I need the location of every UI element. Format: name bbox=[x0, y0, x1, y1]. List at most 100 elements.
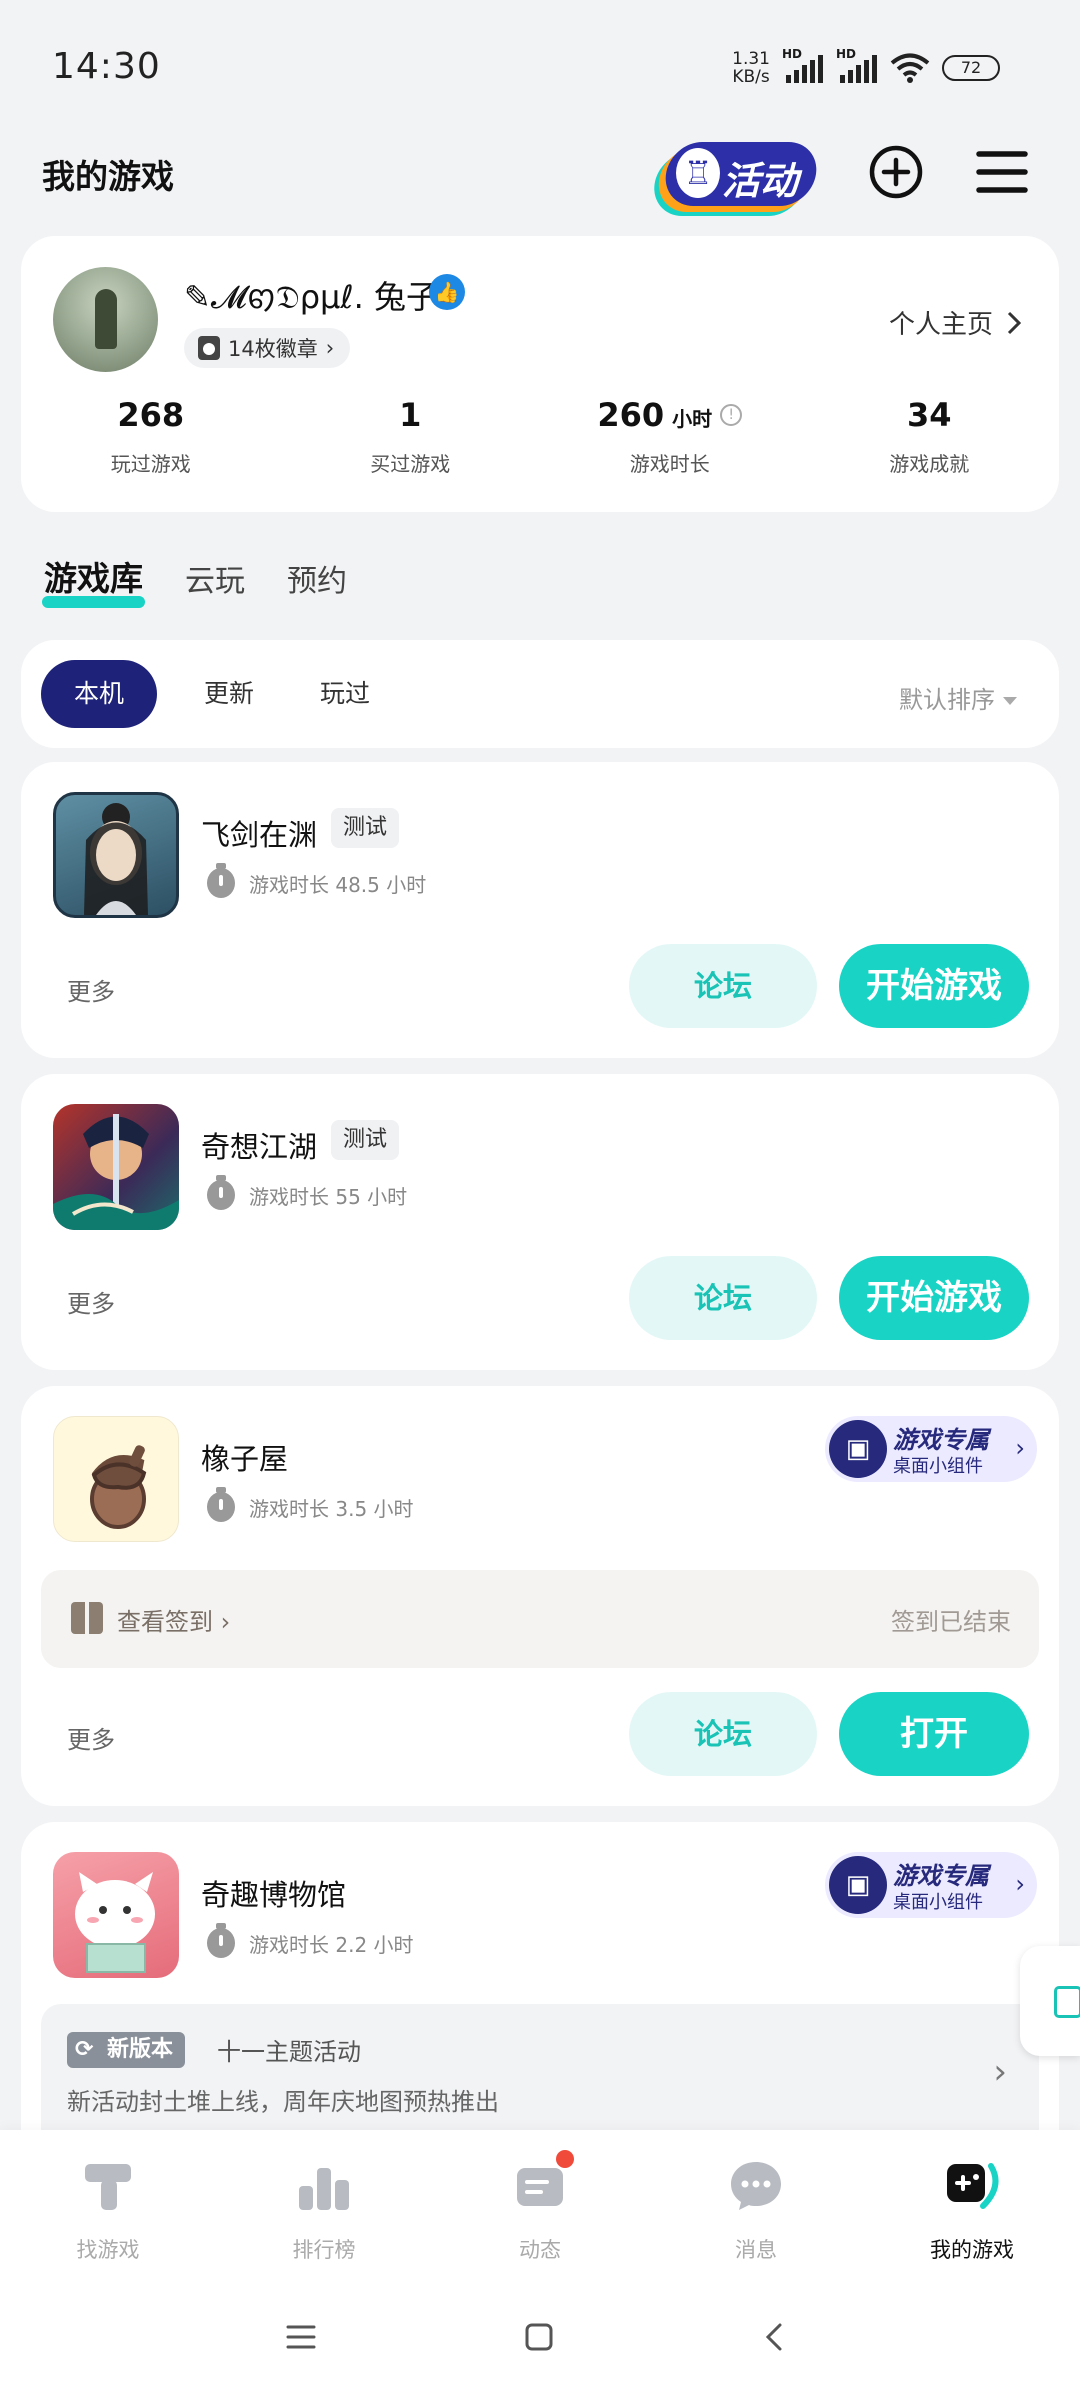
game-name: 奇趣博物馆 bbox=[201, 1878, 347, 1912]
nickname: ✎𝓜ꩅ𝔇ρμℓ. 兔子 bbox=[184, 278, 438, 316]
game-icon[interactable] bbox=[53, 1852, 179, 1978]
nav-feed[interactable]: 动态 bbox=[432, 2130, 648, 2280]
more-button[interactable]: 更多 bbox=[67, 1720, 115, 1755]
forum-button[interactable]: 论坛 bbox=[629, 944, 817, 1028]
more-button[interactable]: 更多 bbox=[67, 972, 115, 1007]
more-button[interactable]: 更多 bbox=[67, 1284, 115, 1319]
open-game-button[interactable]: 打开 bbox=[839, 1692, 1029, 1776]
chat-icon bbox=[731, 2162, 781, 2210]
filter-chip-played[interactable]: 玩过 bbox=[305, 660, 385, 728]
library-tabs: 游戏库 云玩 预约 bbox=[42, 552, 347, 608]
start-game-button[interactable]: 开始游戏 bbox=[839, 944, 1029, 1028]
profile-stats: 268 玩过游戏 1 买过游戏 260 小时 ! 游戏时长 34 游戏成就 bbox=[21, 396, 1059, 477]
game-card[interactable]: 橡子屋 游戏时长 3.5 小时 ▣ 游戏专属 桌面小组件 › 查看签到 › 签到… bbox=[21, 1386, 1059, 1806]
filter-chip-updates[interactable]: 更新 bbox=[189, 660, 269, 728]
game-name: 飞剑在渊 bbox=[201, 818, 318, 852]
signal-icon-2: HD bbox=[836, 47, 878, 83]
nav-my-games[interactable]: 我的游戏 bbox=[864, 2130, 1080, 2280]
avatar[interactable] bbox=[53, 267, 158, 372]
tab-cloud-play[interactable]: 云玩 bbox=[185, 556, 245, 600]
download-float-button[interactable] bbox=[1020, 1946, 1080, 2056]
playtime: 游戏时长 55 小时 bbox=[207, 1175, 407, 1210]
ranking-icon bbox=[299, 2168, 349, 2210]
game-icon[interactable] bbox=[53, 792, 179, 918]
new-version-tag: 新版本 bbox=[67, 2032, 186, 2068]
checkin-bar[interactable]: 查看签到 › 签到已结束 bbox=[41, 1570, 1039, 1668]
playtime: 游戏时长 2.2 小时 bbox=[207, 1923, 414, 1958]
start-game-button[interactable]: 开始游戏 bbox=[839, 1256, 1029, 1340]
nav-messages[interactable]: 消息 bbox=[648, 2130, 864, 2280]
status-time: 14:30 bbox=[52, 46, 161, 87]
medal-icon bbox=[198, 336, 220, 360]
menu-button[interactable] bbox=[972, 142, 1032, 202]
news-description: 新活动封土堆上线，周年庆地图预热推出 bbox=[67, 2088, 499, 2116]
signal-icon: HD bbox=[782, 47, 824, 83]
badges-pill[interactable]: 14枚徽章 › bbox=[184, 328, 351, 368]
gamepad-icon bbox=[947, 2163, 999, 2209]
notification-dot bbox=[556, 2150, 574, 2168]
activity-badge[interactable]: ♖ 活动 bbox=[660, 136, 821, 218]
bottom-nav: 找游戏 排行榜 动态 消息 我的游戏 bbox=[0, 2130, 1080, 2280]
system-navigation-bar bbox=[0, 2280, 1080, 2400]
profile-card[interactable]: ✎𝓜ꩅ𝔇ρμℓ. 兔子 👍 14枚徽章 › 个人主页 268 玩过游戏 1 买过… bbox=[21, 236, 1059, 512]
game-card[interactable]: 奇想江湖 测试 游戏时长 55 小时 更多 论坛 开始游戏 bbox=[21, 1074, 1059, 1370]
network-speed: 1.31 KB/s bbox=[732, 49, 770, 87]
desktop-widget-button[interactable]: ▣ 游戏专属 桌面小组件 › bbox=[825, 1852, 1037, 1918]
filter-bar: 本机 更新 玩过 默认排序 bbox=[21, 640, 1059, 748]
nav-find-games[interactable]: 找游戏 bbox=[0, 2130, 216, 2280]
home-icon[interactable] bbox=[524, 2322, 554, 2352]
page-title: 我的游戏 bbox=[42, 157, 174, 196]
game-name: 奇想江湖 bbox=[201, 1130, 318, 1164]
sort-dropdown[interactable]: 默认排序 bbox=[899, 680, 1017, 715]
forum-button[interactable]: 论坛 bbox=[629, 1256, 817, 1340]
filter-chip-local[interactable]: 本机 bbox=[41, 660, 157, 728]
test-tag: 测试 bbox=[331, 808, 400, 848]
add-button[interactable] bbox=[866, 142, 926, 202]
game-icon[interactable] bbox=[53, 1416, 179, 1542]
status-icons: 1.31 KB/s HD HD 72 bbox=[732, 47, 1000, 87]
chevron-right-icon: › bbox=[1015, 1434, 1025, 1462]
back-icon[interactable] bbox=[764, 2322, 784, 2352]
activity-label: 活动 bbox=[722, 159, 799, 203]
chevron-right-icon: › bbox=[993, 2052, 1007, 2092]
activity-icon: ♖ bbox=[676, 148, 720, 198]
badges-count: 14枚徽章 bbox=[228, 337, 318, 361]
stat-bought-games[interactable]: 1 买过游戏 bbox=[281, 396, 541, 477]
test-tag: 测试 bbox=[331, 1120, 400, 1160]
gamepad-icon: ▣ bbox=[829, 1856, 887, 1914]
game-name: 橡子屋 bbox=[201, 1442, 289, 1476]
timer-icon bbox=[207, 1487, 235, 1522]
news-title: 十一主题活动 bbox=[217, 2038, 361, 2066]
chevron-right-icon: › bbox=[325, 336, 335, 360]
nav-rankings[interactable]: 排行榜 bbox=[216, 2130, 432, 2280]
tab-game-library[interactable]: 游戏库 bbox=[42, 552, 145, 608]
timer-icon bbox=[207, 1175, 235, 1210]
game-card[interactable]: 飞剑在渊 测试 游戏时长 48.5 小时 更多 论坛 开始游戏 bbox=[21, 762, 1059, 1058]
personal-homepage-link[interactable]: 个人主页 bbox=[889, 304, 1021, 341]
playtime: 游戏时长 3.5 小时 bbox=[207, 1487, 414, 1522]
chevron-right-icon bbox=[1007, 311, 1021, 334]
timer-icon bbox=[207, 863, 235, 898]
timer-icon bbox=[207, 1923, 235, 1958]
add-icon bbox=[869, 145, 923, 199]
hammer-icon bbox=[85, 2164, 131, 2210]
battery-icon: 72 bbox=[942, 55, 1000, 81]
gamepad-icon: ▣ bbox=[829, 1420, 887, 1478]
menu-icon bbox=[976, 151, 1028, 193]
stat-achievements[interactable]: 34 游戏成就 bbox=[800, 396, 1060, 477]
tab-reservations[interactable]: 预约 bbox=[287, 556, 347, 600]
wifi-icon bbox=[890, 53, 930, 83]
forum-button[interactable]: 论坛 bbox=[629, 1692, 817, 1776]
playtime: 游戏时长 48.5 小时 bbox=[207, 863, 426, 898]
recent-apps-icon[interactable] bbox=[286, 2324, 316, 2350]
game-icon[interactable] bbox=[53, 1104, 179, 1230]
checkin-status: 签到已结束 bbox=[891, 1608, 1011, 1636]
status-bar: 14:30 1.31 KB/s HD HD 72 bbox=[0, 0, 1080, 130]
desktop-widget-button[interactable]: ▣ 游戏专属 桌面小组件 › bbox=[825, 1416, 1037, 1482]
stat-playtime[interactable]: 260 小时 ! 游戏时长 bbox=[540, 396, 800, 477]
verified-icon: 👍 bbox=[429, 274, 465, 310]
info-icon[interactable]: ! bbox=[720, 404, 743, 426]
stat-played-games[interactable]: 268 玩过游戏 bbox=[21, 396, 281, 477]
view-checkin-link[interactable]: 查看签到 › bbox=[117, 1602, 230, 1637]
gift-icon bbox=[71, 1602, 103, 1634]
